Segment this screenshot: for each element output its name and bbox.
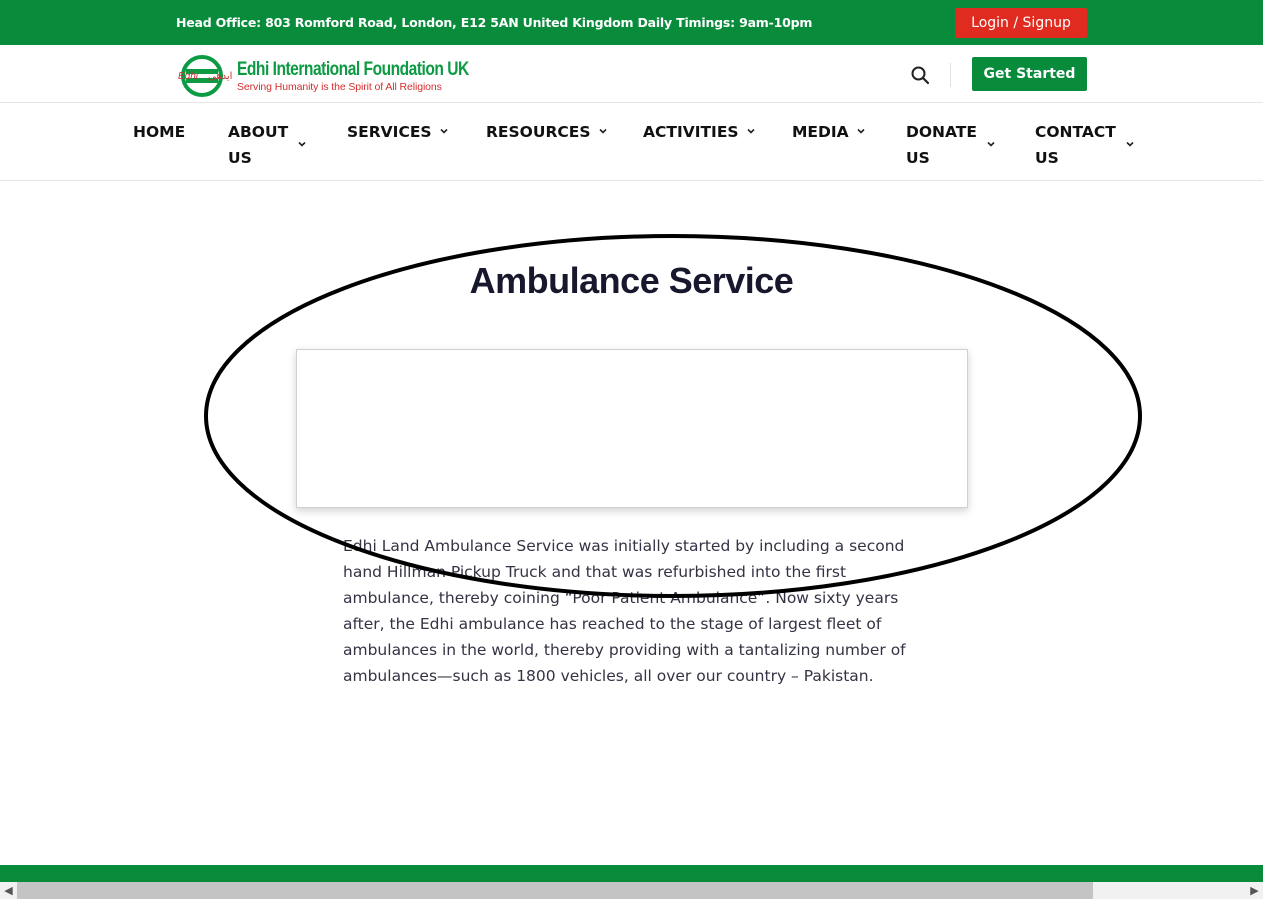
site-logo[interactable]: Edhi ایدھی Edhi International Foundation… — [178, 55, 469, 97]
chevron-down-icon — [987, 141, 995, 147]
get-started-button[interactable]: Get Started — [972, 57, 1087, 91]
chevron-down-icon — [440, 128, 448, 134]
nav-item-home[interactable]: HOME — [133, 119, 185, 145]
chevron-down-icon — [747, 128, 755, 134]
footer-band — [0, 865, 1263, 882]
logo-tagline: Serving Humanity is the Spirit of All Re… — [237, 81, 442, 93]
nav-item-about-us[interactable]: ABOUT US — [228, 119, 308, 171]
nav-item-media[interactable]: MEDIA — [792, 119, 867, 145]
service-description: Edhi Land Ambulance Service was initiall… — [343, 537, 906, 685]
chevron-down-icon — [598, 128, 607, 134]
horizontal-scrollbar[interactable]: ◀ ▶ — [0, 882, 1263, 899]
nav-label: HOME — [133, 123, 186, 141]
chevron-down-icon — [298, 141, 306, 147]
nav-item-donate-us[interactable]: DONATE US — [906, 119, 997, 171]
svg-text:Edhi: Edhi — [178, 71, 199, 82]
search-icon[interactable] — [910, 65, 930, 85]
main-navigation: HOME ABOUT US SERVICES RESOURCES ACTIVIT… — [0, 104, 1263, 181]
nav-item-resources[interactable]: RESOURCES — [486, 119, 609, 145]
nav-item-activities[interactable]: ACTIVITIES — [643, 119, 757, 145]
nav-item-services[interactable]: SERVICES — [347, 119, 450, 145]
logo-title: Edhi International Foundation UK — [237, 59, 469, 80]
nav-label: RESOURCES — [486, 123, 591, 141]
nav-label-line2: US — [228, 149, 252, 167]
chevron-down-icon — [1126, 141, 1134, 147]
nav-label-line2: US — [906, 149, 930, 167]
page-title: Ambulance Service — [469, 260, 794, 301]
nav-label: SERVICES — [347, 123, 432, 141]
embedded-media-frame[interactable] — [296, 349, 968, 508]
edhi-emblem-icon: Edhi ایدھی — [178, 55, 232, 97]
site-header: Edhi ایدھی Edhi International Foundation… — [0, 45, 1263, 103]
nav-label: ACTIVITIES — [643, 123, 739, 141]
nav-label-line2: US — [1035, 149, 1059, 167]
nav-label: CONTACT — [1035, 123, 1116, 141]
nav-label: DONATE — [906, 123, 977, 141]
scroll-left-icon[interactable]: ◀ — [0, 882, 17, 899]
svg-text:ایدھی: ایدھی — [208, 71, 232, 82]
top-info-bar: Head Office: 803 Romford Road, London, E… — [0, 0, 1263, 45]
head-office-info: Head Office: 803 Romford Road, London, E… — [176, 15, 813, 30]
scroll-right-icon[interactable]: ▶ — [1246, 882, 1263, 899]
login-signup-button[interactable]: Login / Signup — [955, 8, 1087, 38]
nav-label: MEDIA — [792, 123, 849, 141]
nav-label: ABOUT — [228, 123, 289, 141]
chevron-down-icon — [857, 128, 865, 134]
nav-item-contact-us[interactable]: CONTACT US — [1035, 119, 1136, 171]
header-divider — [950, 63, 951, 87]
scrollbar-thumb[interactable] — [17, 882, 1093, 899]
